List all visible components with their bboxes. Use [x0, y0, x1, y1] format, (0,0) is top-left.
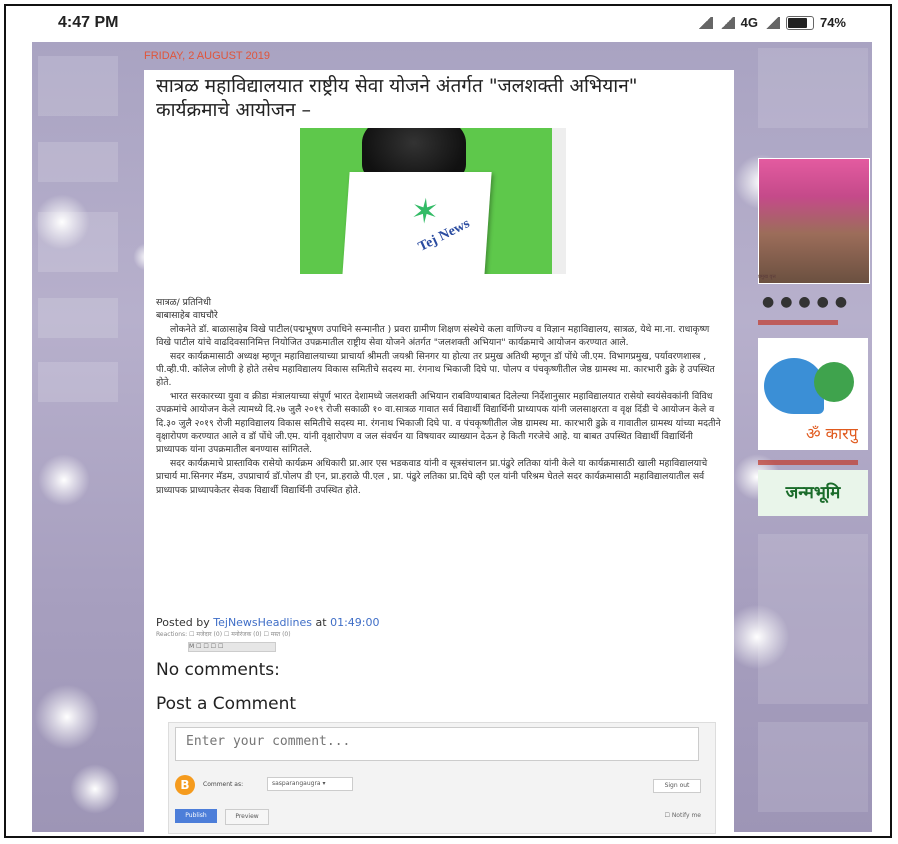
posted-at-label: at: [315, 616, 327, 629]
post-image[interactable]: ✶ Tej News: [300, 128, 566, 274]
sidebar-text-block: [758, 48, 868, 128]
battery-icon: [785, 15, 814, 30]
post-paragraph: लोकनेते डॉ. बाळासाहेब विखे पाटील(पद्मभूष…: [156, 323, 710, 349]
blog-background: प्रमुख वृत्त ●●●●● ॐ कारपु जन्मभूमि FRID…: [32, 42, 872, 834]
post-comment-heading: Post a Comment: [156, 694, 297, 714]
publish-button[interactable]: Publish: [175, 809, 217, 823]
sign-out-button[interactable]: Sign out: [653, 779, 701, 793]
post-paragraph: सदर कार्यक्रमासाठी अध्यक्ष म्हणून महाविद…: [156, 350, 715, 389]
post-body: सात्रळ/ प्रतिनिधी बाबासाहेब वाघचौरे लोकन…: [156, 296, 724, 497]
sidebar-links[interactable]: [38, 298, 118, 338]
volte-signal-icon: [763, 16, 780, 29]
signal-icon: [696, 16, 713, 29]
post-time-link[interactable]: 01:49:00: [330, 616, 379, 629]
news-photo[interactable]: [758, 158, 870, 284]
charity-banner-text: ॐ कारपु: [806, 424, 858, 443]
mic-flag: ✶ Tej News: [342, 172, 492, 274]
post-paragraph: भारत सरकारच्या युवा व क्रीडा मंत्रालयाच्…: [156, 390, 721, 456]
slider-dots[interactable]: ●●●●●: [762, 294, 853, 310]
screenshot-frame: 4:47 PM 4G 74% प्रमुख वृत्त ●●●●● ॐ कारप…: [4, 4, 892, 838]
sidebar-text-block: [758, 722, 868, 812]
byline-location: सात्रळ/ प्रतिनिधी: [156, 297, 212, 308]
battery-percent: 74%: [819, 15, 846, 30]
reactions-row[interactable]: Reactions: ☐ मजेदार (0) ☐ मनोरंजक (0) ☐ …: [156, 630, 291, 638]
post-card: सात्रळ महाविद्यालयात राष्ट्रीय सेवा योजन…: [144, 70, 734, 834]
image-edge: [552, 128, 566, 274]
status-time: 4:47 PM: [58, 14, 119, 31]
sidebar-links[interactable]: [38, 212, 118, 272]
posted-by-label: Posted by: [156, 616, 210, 629]
comment-form: B Comment as: sasparangaugra ▾ Sign out …: [168, 722, 716, 834]
network-type: 4G: [740, 15, 758, 30]
sidebar-links[interactable]: [38, 56, 118, 116]
post-footer: Posted by TejNewsHeadlines at 01:49:00: [156, 616, 379, 629]
right-sidebar: प्रमुख वृत्त ●●●●● ॐ कारपु जन्मभूमि: [740, 42, 872, 832]
sidebar-divider: [758, 460, 858, 465]
sidebar-links[interactable]: [38, 362, 118, 402]
people-icon: [814, 362, 854, 402]
comment-input[interactable]: [175, 727, 699, 761]
notify-checkbox[interactable]: ☐ Notify me: [665, 812, 701, 819]
preview-button[interactable]: Preview: [225, 809, 269, 825]
status-bar: 4:47 PM 4G 74%: [6, 6, 890, 42]
account-select[interactable]: sasparangaugra ▾: [267, 777, 353, 791]
logo-star-icon: ✶: [409, 192, 441, 232]
photo-caption: प्रमुख वृत्त: [758, 274, 776, 280]
no-comments-heading: No comments:: [156, 660, 280, 680]
signal-icon: [718, 16, 735, 29]
sidebar-divider: [758, 320, 838, 325]
blog-post: FRIDAY, 2 AUGUST 2019 सात्रळ महाविद्यालय…: [144, 50, 748, 834]
comment-as-label: Comment as:: [203, 781, 244, 788]
post-paragraph: सदर कार्यक्रमाचे प्रास्ताविक रासेयो कार्…: [156, 457, 708, 496]
share-buttons[interactable]: M ☐ ☐ ☐ ☐: [188, 642, 276, 652]
blogger-icon: B: [175, 775, 195, 795]
status-icons: 4G 74%: [696, 15, 846, 30]
post-title[interactable]: सात्रळ महाविद्यालयात राष्ट्रीय सेवा योजन…: [156, 74, 716, 122]
author-link[interactable]: TejNewsHeadlines: [213, 616, 312, 629]
sidebar-links[interactable]: [38, 142, 118, 182]
sidebar-text-block: [758, 534, 868, 704]
charity-banner[interactable]: ॐ कारपु: [758, 338, 868, 450]
post-date: FRIDAY, 2 AUGUST 2019: [144, 50, 270, 62]
left-sidebar: [32, 42, 128, 832]
byline-author: बाबासाहेब वाघचौरे: [156, 310, 218, 322]
janmabhoomi-banner[interactable]: जन्मभूमि: [758, 470, 868, 516]
